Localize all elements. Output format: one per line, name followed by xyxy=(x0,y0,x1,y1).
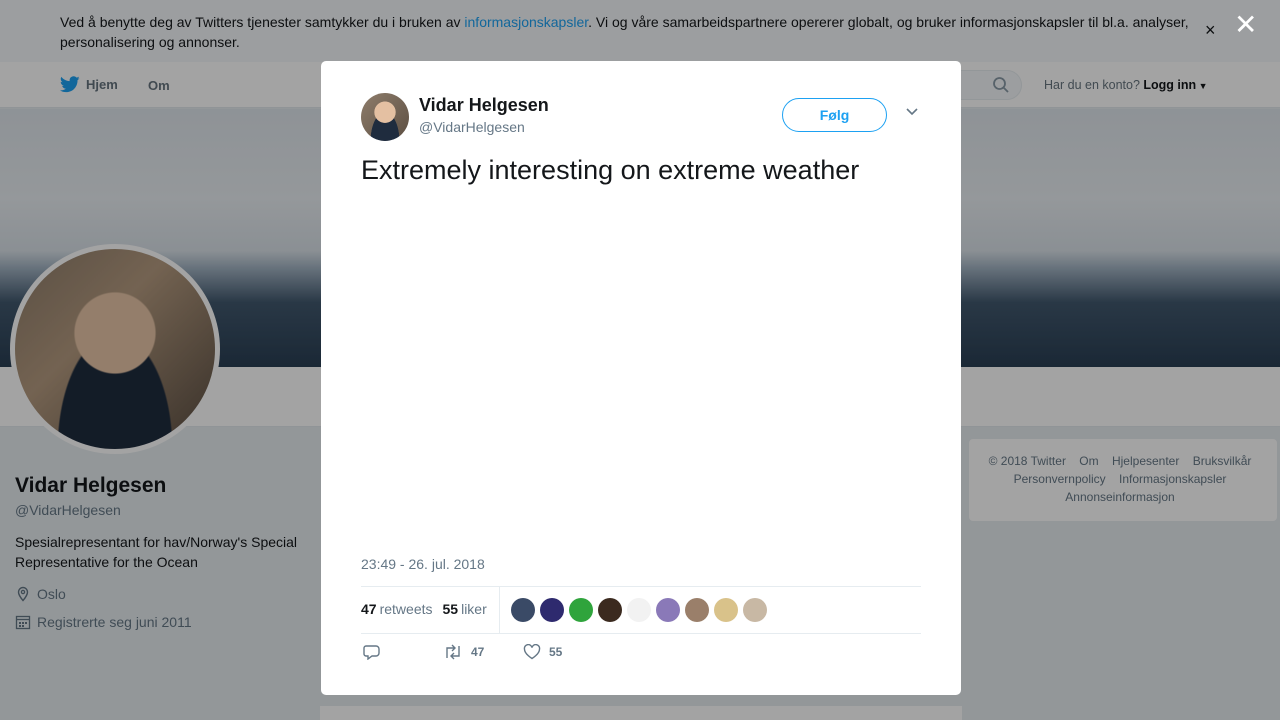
tweet-author-handle[interactable]: @VidarHelgesen xyxy=(419,119,525,135)
liker-avatar[interactable] xyxy=(656,598,680,622)
retweets-count: 47 xyxy=(361,601,377,617)
liker-avatar[interactable] xyxy=(569,598,593,622)
likes-count: 55 xyxy=(442,601,459,617)
tweet-stats: 47 retweets 55 liker xyxy=(361,586,921,634)
tweet-media-area[interactable] xyxy=(361,201,921,541)
follow-button[interactable]: Følg xyxy=(782,98,887,132)
like-count: 55 xyxy=(549,645,563,659)
liker-avatar[interactable] xyxy=(685,598,709,622)
retweets-stat[interactable]: 47 retweets xyxy=(361,601,433,617)
tweet-timestamp[interactable]: 23:49 - 26. jul. 2018 xyxy=(361,556,485,572)
likes-stat[interactable]: 55 liker xyxy=(443,601,487,617)
retweet-count: 47 xyxy=(471,645,485,659)
stats-divider xyxy=(499,587,500,634)
retweet-action[interactable]: 47 xyxy=(443,644,484,660)
liker-avatar[interactable] xyxy=(540,598,564,622)
retweets-label: retweets xyxy=(379,601,433,617)
chevron-down-icon[interactable] xyxy=(905,107,919,117)
tweet-author-name[interactable]: Vidar Helgesen xyxy=(419,95,549,116)
reply-icon xyxy=(363,645,380,660)
liker-avatar[interactable] xyxy=(598,598,622,622)
retweet-icon xyxy=(446,644,460,660)
liker-avatar[interactable] xyxy=(627,598,651,622)
tweet-actions: 47 55 xyxy=(361,644,921,666)
tweet-author-avatar[interactable] xyxy=(361,93,409,141)
likes-label: liker xyxy=(461,601,487,617)
tweet-text: Extremely interesting on extreme weather xyxy=(361,155,860,185)
liker-avatars xyxy=(511,598,767,622)
reply-action[interactable] xyxy=(363,644,381,660)
liker-avatar[interactable] xyxy=(714,598,738,622)
liker-avatar[interactable] xyxy=(743,598,767,622)
like-action[interactable]: 55 xyxy=(523,644,562,660)
close-modal-icon[interactable]: ✕ xyxy=(1234,11,1257,39)
tweet-modal: Vidar Helgesen @VidarHelgesen Følg Extre… xyxy=(321,61,961,695)
stat-counts: 47 retweets 55 liker xyxy=(361,601,487,617)
liker-avatar[interactable] xyxy=(511,598,535,622)
heart-icon xyxy=(523,644,541,660)
